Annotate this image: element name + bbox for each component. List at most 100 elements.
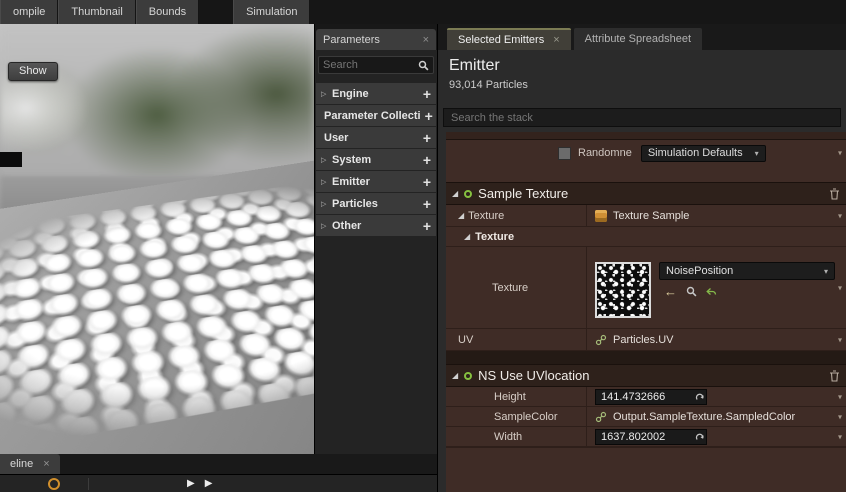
playback-controls: ▶ ▶ (187, 478, 213, 489)
add-parameter-icon[interactable]: + (419, 131, 431, 145)
revert-arrow-icon[interactable] (695, 432, 705, 442)
randomness-checkbox[interactable] (558, 146, 571, 160)
category-parameter-collections[interactable]: Parameter Collecti + (316, 105, 436, 126)
link-icon (595, 334, 607, 346)
add-parameter-icon[interactable]: + (419, 175, 431, 189)
revert-arrow-icon[interactable] (695, 392, 705, 402)
row-label: UV (458, 333, 474, 346)
timeline-tab-label: eline (10, 458, 34, 470)
tab-label: Attribute Spreadsheet (584, 33, 692, 45)
parameters-search-input[interactable] (323, 59, 418, 71)
loop-record-icon[interactable] (48, 477, 60, 490)
expand-icon[interactable]: ◢ (464, 232, 470, 241)
expand-icon[interactable]: ◢ (452, 371, 458, 380)
viewport-dark-shape (0, 152, 22, 167)
stack-search-box (443, 108, 841, 127)
dropdown-value: Simulation Defaults (647, 147, 743, 159)
selected-emitters-panel: Selected Emitters × Attribute Spreadshee… (437, 24, 846, 492)
simulation-defaults-dropdown[interactable]: Simulation Defaults ▾ (640, 144, 766, 162)
close-icon[interactable]: × (423, 34, 429, 46)
row-menu-icon[interactable]: ▾ (838, 211, 842, 220)
module-title: Sample Texture (478, 186, 569, 201)
expand-icon[interactable]: ◢ (452, 189, 458, 198)
close-icon[interactable]: × (553, 34, 559, 46)
category-label: Emitter (332, 175, 370, 188)
show-menu-button[interactable]: Show (8, 62, 58, 81)
category-user[interactable]: User + (316, 127, 436, 148)
chevron-right-icon: ▷ (321, 178, 327, 186)
add-parameter-icon[interactable]: + (419, 219, 431, 233)
row-label: Texture (468, 209, 505, 222)
add-parameter-icon[interactable]: + (419, 87, 431, 101)
add-parameter-icon[interactable]: + (419, 197, 431, 211)
preview-viewport[interactable]: Show (0, 24, 314, 454)
chevron-right-icon: ▷ (321, 90, 327, 98)
emitter-tabbar: Selected Emitters × Attribute Spreadshee… (438, 24, 846, 50)
parameters-category-list: ▷ Engine + Parameter Collecti + User + ▷… (315, 83, 437, 236)
category-engine[interactable]: ▷ Engine + (316, 83, 436, 104)
chevron-right-icon: ▷ (321, 156, 327, 164)
category-system[interactable]: ▷ System + (316, 149, 436, 170)
width-input[interactable] (595, 428, 707, 445)
delete-module-icon[interactable] (829, 369, 840, 382)
bounds-button[interactable]: Bounds (135, 0, 200, 24)
timeline-tabbar: eline × (0, 454, 437, 474)
stack-search-input[interactable] (451, 111, 833, 124)
timeline-panel: eline × ▶ ▶ (0, 454, 437, 492)
category-other[interactable]: ▷ Other + (316, 215, 436, 236)
delete-module-icon[interactable] (829, 187, 840, 200)
use-selected-asset-icon[interactable]: ← (664, 285, 677, 298)
tab-parameters[interactable]: Parameters × (316, 29, 436, 50)
row-menu-icon[interactable]: ▾ (838, 412, 842, 421)
texture-input-row: ◢ Texture Texture Sample ▾ (446, 205, 846, 227)
texture-group-row[interactable]: ◢ Texture (446, 227, 846, 247)
emitter-header: Emitter 93,014 Particles (438, 50, 846, 106)
texture-thumbnail[interactable] (595, 262, 651, 318)
texture-asset-dropdown[interactable]: NoisePosition ▾ (659, 262, 835, 280)
category-particles[interactable]: ▷ Particles + (316, 193, 436, 214)
particle-count: 93,014 Particles (449, 79, 528, 91)
enabled-ring-icon[interactable] (464, 371, 473, 380)
row-menu-icon[interactable]: ▾ (838, 392, 842, 401)
row-menu-icon[interactable]: ▾ (838, 283, 842, 292)
sample-texture-header[interactable]: ◢ Sample Texture (446, 182, 846, 205)
parameters-tabbar: Parameters × (315, 24, 437, 50)
chevron-down-icon: ▾ (754, 148, 759, 158)
uv-row: UV Particles.UV ▾ (446, 329, 846, 351)
tab-timeline[interactable]: eline × (0, 454, 60, 474)
compile-button[interactable]: ompile (0, 0, 59, 24)
height-row: Height ▾ (446, 387, 846, 407)
play-icon[interactable]: ▶ (187, 478, 195, 489)
tab-selected-emitters[interactable]: Selected Emitters × (447, 28, 571, 50)
clipped-row (446, 132, 846, 140)
height-input[interactable] (595, 388, 707, 405)
tab-attribute-spreadsheet[interactable]: Attribute Spreadsheet (573, 28, 703, 50)
add-parameter-icon[interactable]: + (419, 153, 431, 167)
category-label: Particles (332, 197, 378, 210)
texture-sample-icon (595, 209, 607, 222)
linked-value[interactable]: Output.SampleTexture.SampledColor (613, 411, 795, 423)
enabled-ring-icon[interactable] (464, 189, 473, 198)
simulation-button[interactable]: Simulation (233, 0, 311, 24)
row-value[interactable]: Texture Sample (613, 210, 689, 222)
add-parameter-icon[interactable]: + (421, 109, 433, 123)
samplecolor-row: SampleColor Output.SampleTexture.Sampled… (446, 407, 846, 427)
toolbar-divider (88, 477, 89, 490)
texture-asset-row: Texture NoisePosition ▾ ← ▾ (446, 247, 846, 329)
randomness-row: Randomne Simulation Defaults ▾ ▾ (446, 140, 846, 166)
row-menu-icon[interactable]: ▾ (838, 335, 842, 344)
reset-asset-icon[interactable] (706, 286, 717, 297)
parameters-search-box (318, 56, 434, 74)
timeline-toolbar: ▶ ▶ (0, 474, 437, 492)
category-emitter[interactable]: ▷ Emitter + (316, 171, 436, 192)
row-menu-icon[interactable]: ▾ (838, 432, 842, 441)
row-menu-icon[interactable]: ▾ (838, 149, 842, 158)
close-icon[interactable]: × (43, 458, 49, 470)
browse-to-asset-icon[interactable] (686, 286, 697, 297)
ns-use-uvlocation-header[interactable]: ◢ NS Use UVlocation (446, 364, 846, 387)
play-to-end-icon[interactable]: ▶ (205, 478, 213, 489)
thumbnail-button[interactable]: Thumbnail (58, 0, 136, 24)
linked-value[interactable]: Particles.UV (613, 334, 674, 346)
expand-icon[interactable]: ◢ (458, 211, 464, 220)
chevron-right-icon: ▷ (321, 222, 327, 230)
